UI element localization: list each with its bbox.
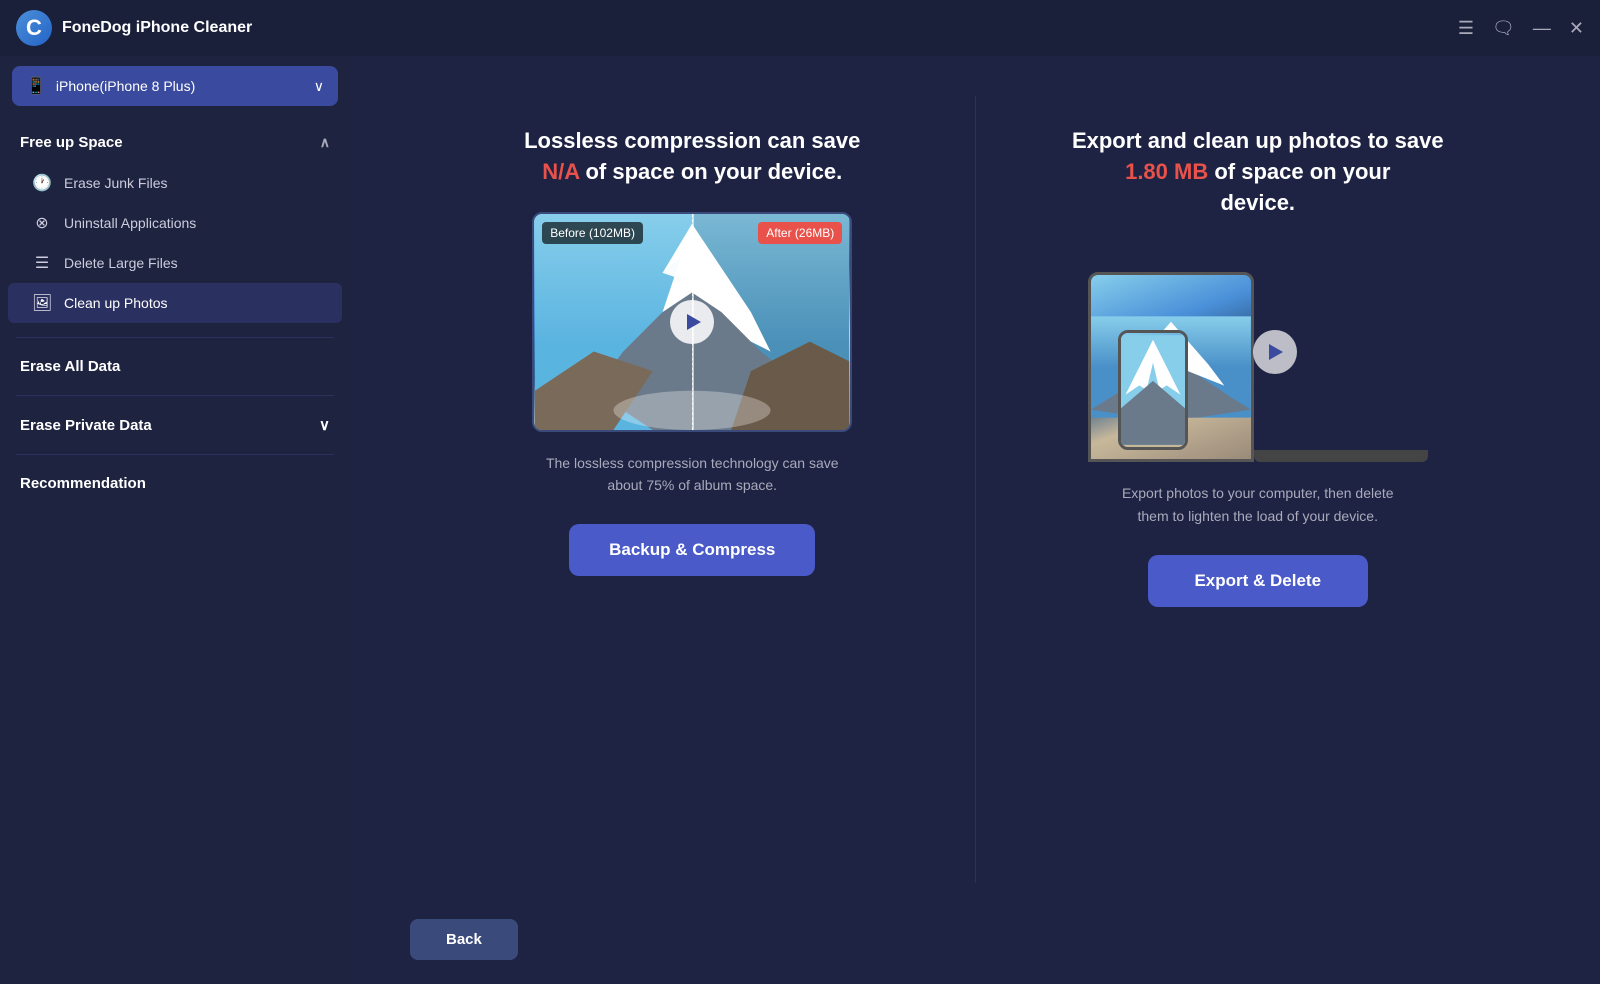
sidebar-item-erase-private-data[interactable]: Erase Private Data ∨ [0, 402, 350, 448]
chat-icon[interactable]: 🗨 [1492, 19, 1515, 37]
chevron-down-icon-private: ∨ [319, 416, 330, 434]
backup-title-part1: Lossless compression can save [524, 128, 860, 153]
sidebar-item-label: Delete Large Files [64, 255, 178, 271]
window-controls: ☰ 🗨 — ✕ [1458, 19, 1584, 37]
title-bar: C FoneDog iPhone Cleaner ☰ 🗨 — ✕ [0, 0, 1600, 56]
export-title-part2: of space on your [1214, 159, 1390, 184]
sidebar-divider-1 [16, 337, 334, 338]
apps-icon: ⊗ [32, 213, 52, 233]
sidebar-item-erase-all-data[interactable]: Erase All Data [0, 344, 350, 389]
sidebar-item-label: Erase Junk Files [64, 175, 167, 191]
phone-mock [1118, 330, 1188, 450]
sidebar-item-uninstall-apps[interactable]: ⊗ Uninstall Applications [8, 203, 342, 243]
content-inner: Lossless compression can save N/A of spa… [350, 56, 1600, 903]
sidebar-item-erase-junk[interactable]: 🕐 Erase Junk Files [8, 163, 342, 203]
clock-icon: 🕐 [32, 173, 52, 193]
device-name: iPhone(iPhone 8 Plus) [56, 78, 304, 94]
before-label: Before (102MB) [542, 222, 643, 244]
phone-screen-svg [1121, 333, 1185, 447]
export-title-part3: device. [1220, 190, 1295, 215]
sidebar-divider-3 [16, 454, 334, 455]
sidebar-section-free-up-space: Free up Space ∧ 🕐 Erase Junk Files ⊗ Uni… [0, 122, 350, 331]
export-card-title: Export and clean up photos to save 1.80 … [1072, 126, 1444, 218]
phone-icon: 📱 [26, 76, 46, 96]
sidebar: 📱 iPhone(iPhone 8 Plus) ∨ Free up Space … [0, 56, 350, 984]
backup-card-title: Lossless compression can save N/A of spa… [524, 126, 860, 188]
minimize-icon[interactable]: — [1533, 19, 1551, 37]
sidebar-item-label-recommendation: Recommendation [20, 475, 146, 492]
close-icon[interactable]: ✕ [1569, 19, 1584, 37]
app-logo: C [16, 10, 52, 46]
export-delete-card: Export and clean up photos to save 1.80 … [976, 96, 1541, 883]
export-title-highlight: 1.80 MB [1125, 159, 1208, 184]
device-selector[interactable]: 📱 iPhone(iPhone 8 Plus) ∨ [12, 66, 338, 106]
collapse-icon: ∧ [320, 134, 330, 151]
backup-description: The lossless compression technology can … [542, 452, 842, 497]
export-delete-button[interactable]: Export & Delete [1148, 555, 1368, 607]
backup-compress-button[interactable]: Backup & Compress [569, 524, 815, 576]
sidebar-item-label-erase-all: Erase All Data [20, 358, 120, 375]
sidebar-item-label: Uninstall Applications [64, 215, 196, 231]
compression-image: Before (102MB) After (26MB) [532, 212, 852, 432]
export-description: Export photos to your computer, then del… [1108, 482, 1408, 527]
app-title: FoneDog iPhone Cleaner [62, 19, 1458, 37]
export-play-button[interactable] [1253, 330, 1297, 374]
back-button[interactable]: Back [410, 919, 518, 960]
backup-title-highlight: N/A [542, 159, 579, 184]
bottom-bar: Back [350, 903, 1600, 984]
sidebar-item-recommendation[interactable]: Recommendation [0, 461, 350, 506]
photos-icon: 🖼 [32, 293, 52, 313]
main-layout: 📱 iPhone(iPhone 8 Plus) ∨ Free up Space … [0, 56, 1600, 984]
sidebar-item-label-erase-private: Erase Private Data [20, 417, 152, 434]
sidebar-item-clean-photos[interactable]: 🖼 Clean up Photos [8, 283, 342, 323]
sidebar-divider-2 [16, 395, 334, 396]
section-label-free-up-space: Free up Space [20, 134, 123, 151]
backup-compress-card: Lossless compression can save N/A of spa… [410, 96, 976, 883]
menu-icon[interactable]: ☰ [1458, 19, 1474, 37]
sidebar-item-label: Clean up Photos [64, 295, 168, 311]
export-image [1088, 242, 1428, 462]
play-button[interactable] [670, 300, 714, 344]
export-title-part1: Export and clean up photos to save [1072, 128, 1444, 153]
sidebar-item-delete-large[interactable]: ☰ Delete Large Files [8, 243, 342, 283]
after-label: After (26MB) [758, 222, 842, 244]
laptop-base [1254, 450, 1428, 462]
content-area: Lossless compression can save N/A of spa… [350, 56, 1600, 984]
sidebar-section-header-free-up-space[interactable]: Free up Space ∧ [0, 122, 350, 163]
file-icon: ☰ [32, 253, 52, 273]
backup-title-part2: of space on your device. [585, 159, 842, 184]
phone-screen [1121, 333, 1185, 447]
chevron-down-icon: ∨ [314, 78, 324, 95]
